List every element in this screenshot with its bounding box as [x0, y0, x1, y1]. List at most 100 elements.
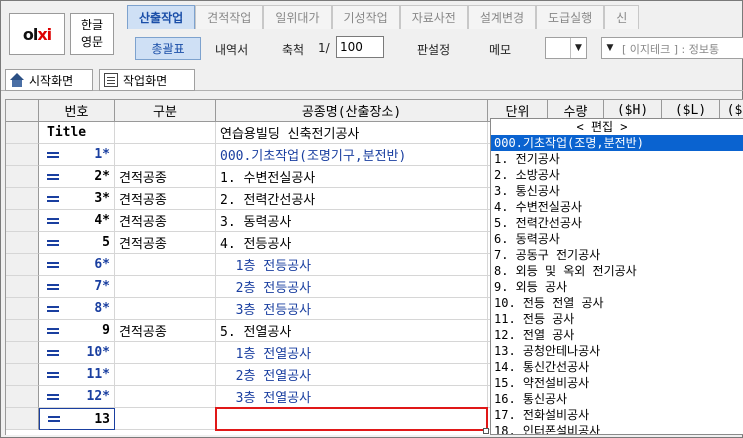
- row-division[interactable]: 견적공종: [115, 232, 216, 254]
- grid-corner[interactable]: [6, 100, 39, 122]
- tab-contract[interactable]: 도급실행: [536, 5, 605, 29]
- memo-button[interactable]: 메모: [489, 41, 511, 58]
- logo[interactable]: olxi: [9, 13, 65, 55]
- dropdown-item[interactable]: 12. 전열 공사: [491, 327, 743, 343]
- row-selector[interactable]: [6, 122, 39, 144]
- row-work-name[interactable]: 1층 전등공사: [216, 254, 488, 276]
- row-work-name[interactable]: 3. 동력공사: [216, 210, 488, 232]
- row-number-cell[interactable]: 9: [39, 320, 115, 342]
- tab-calculation[interactable]: 산출작업: [127, 5, 196, 29]
- row-work-name[interactable]: 1층 전열공사: [216, 342, 488, 364]
- row-work-name[interactable]: 2층 전등공사: [216, 276, 488, 298]
- row-number-cell[interactable]: 2*: [39, 166, 115, 188]
- row-number-cell[interactable]: 8*: [39, 298, 115, 320]
- detail-button[interactable]: 내역서: [215, 41, 248, 58]
- row-number-cell[interactable]: 4*: [39, 210, 115, 232]
- tab-dictionary[interactable]: 자료사전: [399, 5, 468, 29]
- row-work-name[interactable]: 3층 전열공사: [216, 386, 488, 408]
- row-division[interactable]: [115, 408, 216, 430]
- dropdown-header[interactable]: < 편집 >: [491, 119, 743, 135]
- company-select[interactable]: ▼ [ 이지테크 ] : 정보통: [601, 37, 743, 59]
- row-division[interactable]: 견적공종: [115, 188, 216, 210]
- row-work-name[interactable]: 5. 전열공사: [216, 320, 488, 342]
- dropdown-item[interactable]: 7. 공동구 전기공사: [491, 247, 743, 263]
- row-work-name[interactable]: 3층 전등공사: [216, 298, 488, 320]
- resize-grip[interactable]: [483, 428, 489, 434]
- row-selector[interactable]: [6, 342, 39, 364]
- row-division[interactable]: 견적공종: [115, 166, 216, 188]
- row-number-cell[interactable]: 3*: [39, 188, 115, 210]
- row-division[interactable]: 견적공종: [115, 210, 216, 232]
- dropdown-item[interactable]: 000.기초작업(조명,분전반): [491, 135, 743, 151]
- tab-design-change[interactable]: 설계변경: [467, 5, 537, 29]
- dropdown-item[interactable]: 3. 통신공사: [491, 183, 743, 199]
- row-selector[interactable]: [6, 254, 39, 276]
- row-selector[interactable]: [6, 386, 39, 408]
- row-division[interactable]: [115, 276, 216, 298]
- dropdown-item[interactable]: 16. 통신공사: [491, 391, 743, 407]
- row-division[interactable]: [115, 254, 216, 276]
- row-work-name[interactable]: 000.기초작업(조명기구,분전반): [216, 144, 488, 166]
- row-number-cell[interactable]: 1*: [39, 144, 115, 166]
- row-work-name[interactable]: 1. 수변전실공사: [216, 166, 488, 188]
- row-work-name[interactable]: 4. 전등공사: [216, 232, 488, 254]
- row-selector[interactable]: [6, 232, 39, 254]
- row-selector[interactable]: [6, 210, 39, 232]
- header-division[interactable]: 구분: [115, 100, 216, 122]
- language-toggle-button[interactable]: 한글 영문: [70, 13, 114, 55]
- row-work-name[interactable]: 2층 전열공사: [216, 364, 488, 386]
- row-number-cell[interactable]: 5: [39, 232, 115, 254]
- row-selector[interactable]: [6, 320, 39, 342]
- dropdown-item[interactable]: 5. 전력간선공사: [491, 215, 743, 231]
- dropdown-item[interactable]: 4. 수변전실공사: [491, 199, 743, 215]
- dropdown-item[interactable]: 17. 전화설비공사: [491, 407, 743, 423]
- row-selector[interactable]: [6, 408, 39, 430]
- scale-input[interactable]: [336, 36, 384, 58]
- dropdown-item[interactable]: 11. 전등 공사: [491, 311, 743, 327]
- row-selector[interactable]: [6, 144, 39, 166]
- dropdown-item[interactable]: 18. 인터폰설비공사: [491, 423, 743, 434]
- row-division[interactable]: [115, 122, 216, 144]
- header-work-name[interactable]: 공종명(산출장소): [216, 100, 488, 122]
- row-division[interactable]: [115, 298, 216, 320]
- row-selector[interactable]: [6, 298, 39, 320]
- row-work-name[interactable]: 연습용빌딩 신축전기공사: [216, 122, 488, 144]
- dropdown-item[interactable]: 10. 전등 전열 공사: [491, 295, 743, 311]
- row-number-cell[interactable]: 7*: [39, 276, 115, 298]
- dropdown-item[interactable]: 2. 소방공사: [491, 167, 743, 183]
- row-selector[interactable]: [6, 364, 39, 386]
- board-settings-button[interactable]: 판설정: [417, 41, 450, 58]
- row-number-cell[interactable]: 10*: [39, 342, 115, 364]
- row-number-cell[interactable]: 12*: [39, 386, 115, 408]
- dropdown-item[interactable]: 6. 동력공사: [491, 231, 743, 247]
- row-selector[interactable]: [6, 276, 39, 298]
- dropdown-item[interactable]: 9. 외등 공사: [491, 279, 743, 295]
- header-number[interactable]: 번호: [39, 100, 115, 122]
- color-select[interactable]: ▼: [545, 37, 587, 59]
- row-number-cell[interactable]: 11*: [39, 364, 115, 386]
- row-division[interactable]: 견적공종: [115, 320, 216, 342]
- row-division[interactable]: [115, 364, 216, 386]
- dropdown-item[interactable]: 1. 전기공사: [491, 151, 743, 167]
- row-number-cell[interactable]: 6*: [39, 254, 115, 276]
- row-division[interactable]: [115, 386, 216, 408]
- row-selector[interactable]: [6, 166, 39, 188]
- dropdown-item[interactable]: 8. 외등 및 옥외 전기공사: [491, 263, 743, 279]
- row-selector[interactable]: [6, 188, 39, 210]
- row-work-name[interactable]: 2. 전력간선공사: [216, 188, 488, 210]
- dropdown-item[interactable]: 13. 공청안테나공사: [491, 343, 743, 359]
- tab-start-screen[interactable]: 시작화면: [5, 69, 93, 91]
- summary-button[interactable]: 총괄표: [135, 37, 201, 60]
- row-number-cell[interactable]: Title: [39, 122, 115, 144]
- row-division[interactable]: [115, 144, 216, 166]
- row-number-cell[interactable]: 13: [39, 408, 115, 430]
- work-name-edit-input[interactable]: [215, 407, 488, 431]
- tab-new[interactable]: 신: [604, 5, 640, 29]
- row-division[interactable]: [115, 342, 216, 364]
- tab-unit-cost[interactable]: 일위대가: [263, 5, 332, 29]
- dropdown-item[interactable]: 14. 통신간선공사: [491, 359, 743, 375]
- tab-progress[interactable]: 기성작업: [331, 5, 400, 29]
- tab-work-screen[interactable]: 작업화면: [99, 69, 195, 91]
- tab-estimate[interactable]: 견적작업: [195, 5, 264, 29]
- work-type-dropdown-list[interactable]: < 편집 > 000.기초작업(조명,분전반) 1. 전기공사 2. 소방공사 3. …: [490, 118, 743, 435]
